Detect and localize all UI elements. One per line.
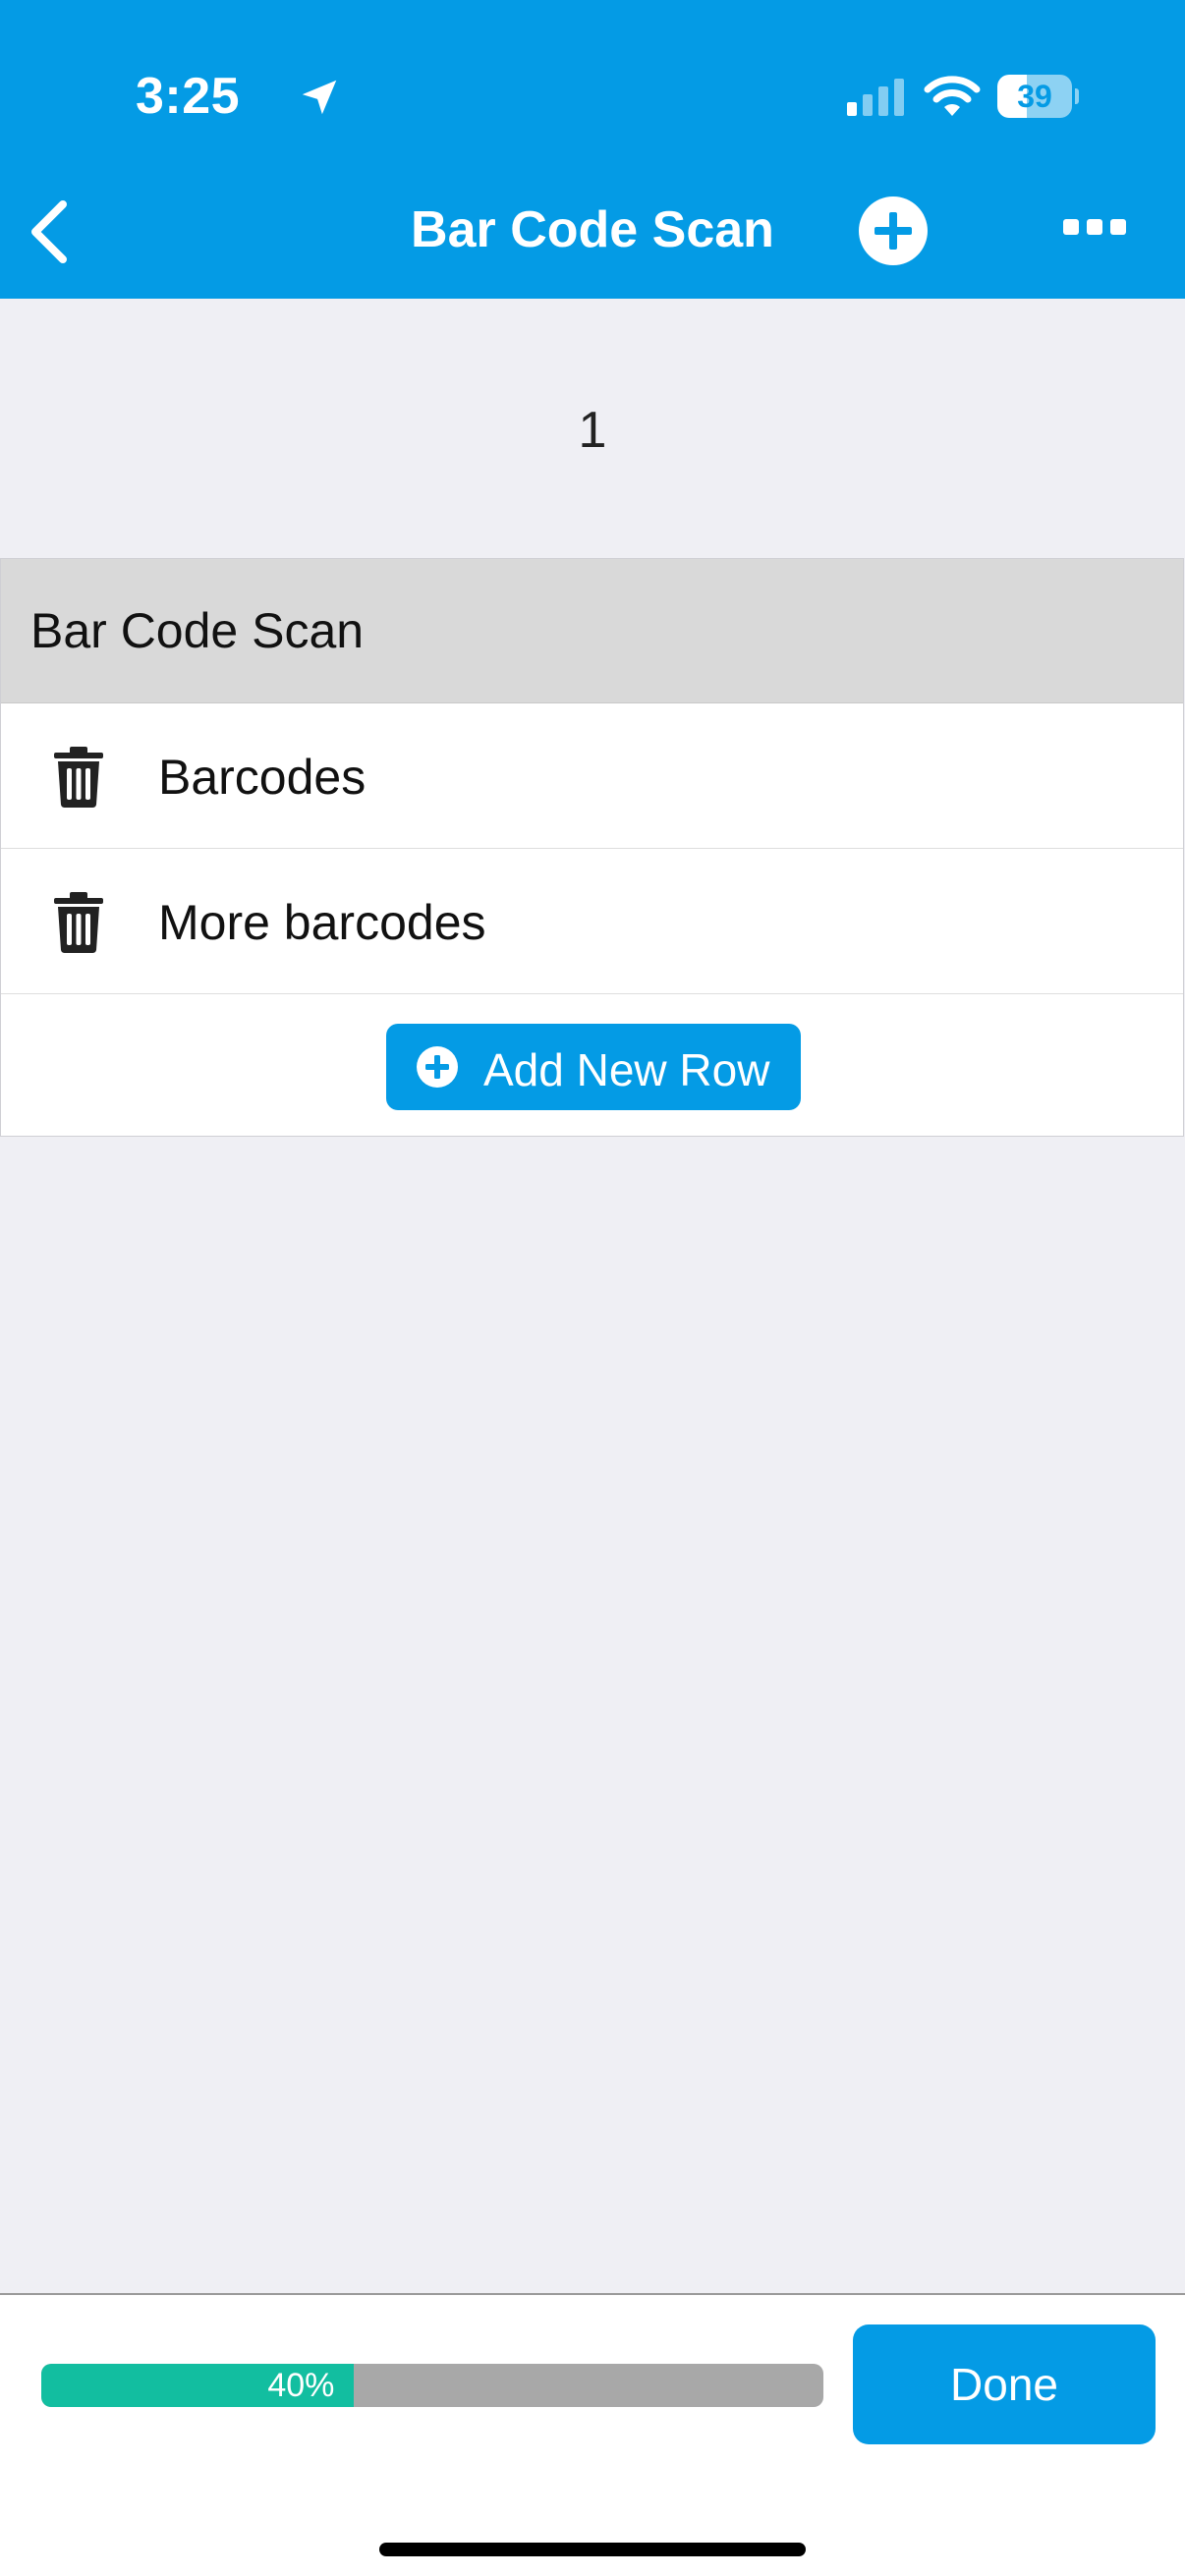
done-button[interactable]: Done xyxy=(853,2324,1156,2444)
page-title: Bar Code Scan xyxy=(411,201,774,258)
list-item-label: Barcodes xyxy=(158,750,367,805)
location-arrow-icon xyxy=(302,80,337,115)
add-row-area: Add New Row xyxy=(1,994,1183,1138)
list-item-label: More barcodes xyxy=(158,895,486,950)
more-options-button[interactable] xyxy=(1059,204,1130,250)
add-new-row-label: Add New Row xyxy=(483,1044,770,1095)
list-item[interactable]: Barcodes xyxy=(1,703,1183,849)
progress-fill: 40% xyxy=(41,2364,355,2407)
list-item[interactable]: More barcodes xyxy=(1,849,1183,994)
section-title: Bar Code Scan xyxy=(30,603,365,658)
plus-circle-icon xyxy=(417,1046,458,1088)
add-button[interactable] xyxy=(857,195,930,267)
back-button[interactable] xyxy=(18,193,77,271)
page-number: 1 xyxy=(578,402,607,459)
progress-bar: 40% xyxy=(41,2364,823,2407)
section-header: Bar Code Scan xyxy=(1,559,1183,703)
cellular-signal-icon xyxy=(847,79,904,116)
status-time: 3:25 xyxy=(136,68,241,125)
home-indicator xyxy=(379,2543,806,2556)
footer-bar: 40% Done xyxy=(0,2293,1185,2576)
progress-label: 40% xyxy=(267,2367,335,2404)
trash-icon[interactable] xyxy=(52,892,105,953)
app-header: 3:25 39 Bar Code Scan xyxy=(0,0,1185,299)
add-new-row-button[interactable]: Add New Row xyxy=(386,1024,801,1110)
trash-icon[interactable] xyxy=(52,747,105,808)
battery-icon: 39 xyxy=(997,75,1079,118)
wifi-icon xyxy=(924,76,981,116)
battery-level: 39 xyxy=(1017,79,1052,114)
bar-code-scan-section: Bar Code Scan Barcodes More barcodes Add… xyxy=(0,558,1184,1137)
